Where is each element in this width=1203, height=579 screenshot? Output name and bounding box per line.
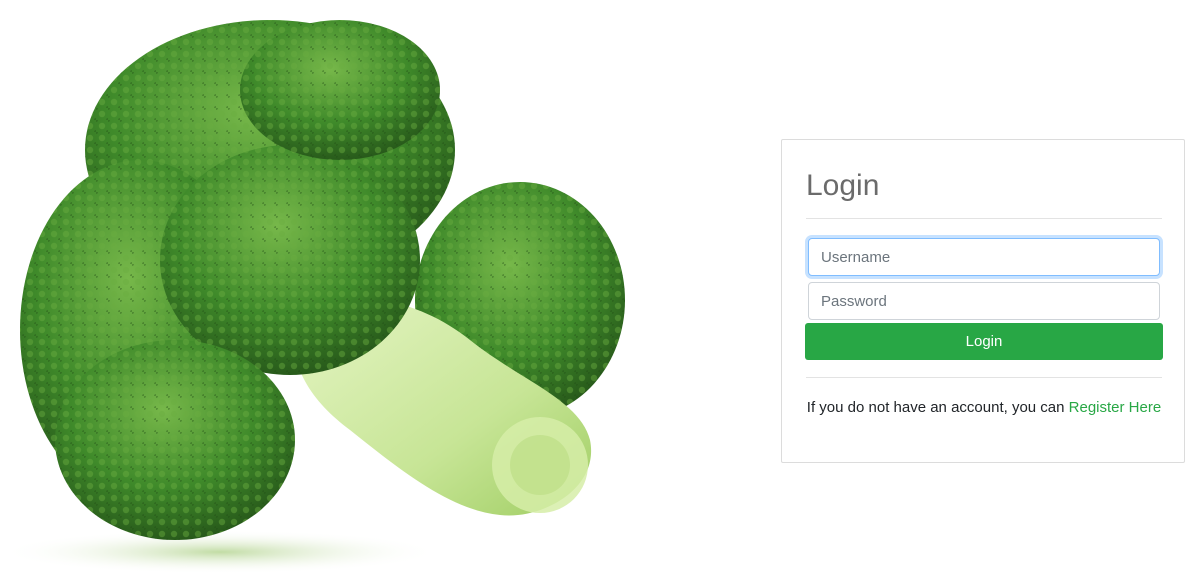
divider [806,377,1162,378]
register-prompt: If you do not have an account, you can R… [806,396,1162,420]
login-page: Login Login If you do not have an accoun… [0,0,1203,579]
username-input[interactable] [808,238,1160,276]
broccoli-image [0,0,640,579]
login-button[interactable]: Login [805,323,1163,360]
password-input[interactable] [808,282,1160,320]
login-card: Login Login If you do not have an accoun… [781,139,1185,463]
login-title: Login [806,169,880,202]
divider [806,218,1162,219]
register-link[interactable]: Register Here [1069,399,1162,416]
register-prompt-text: If you do not have an account, you can [806,399,1065,416]
